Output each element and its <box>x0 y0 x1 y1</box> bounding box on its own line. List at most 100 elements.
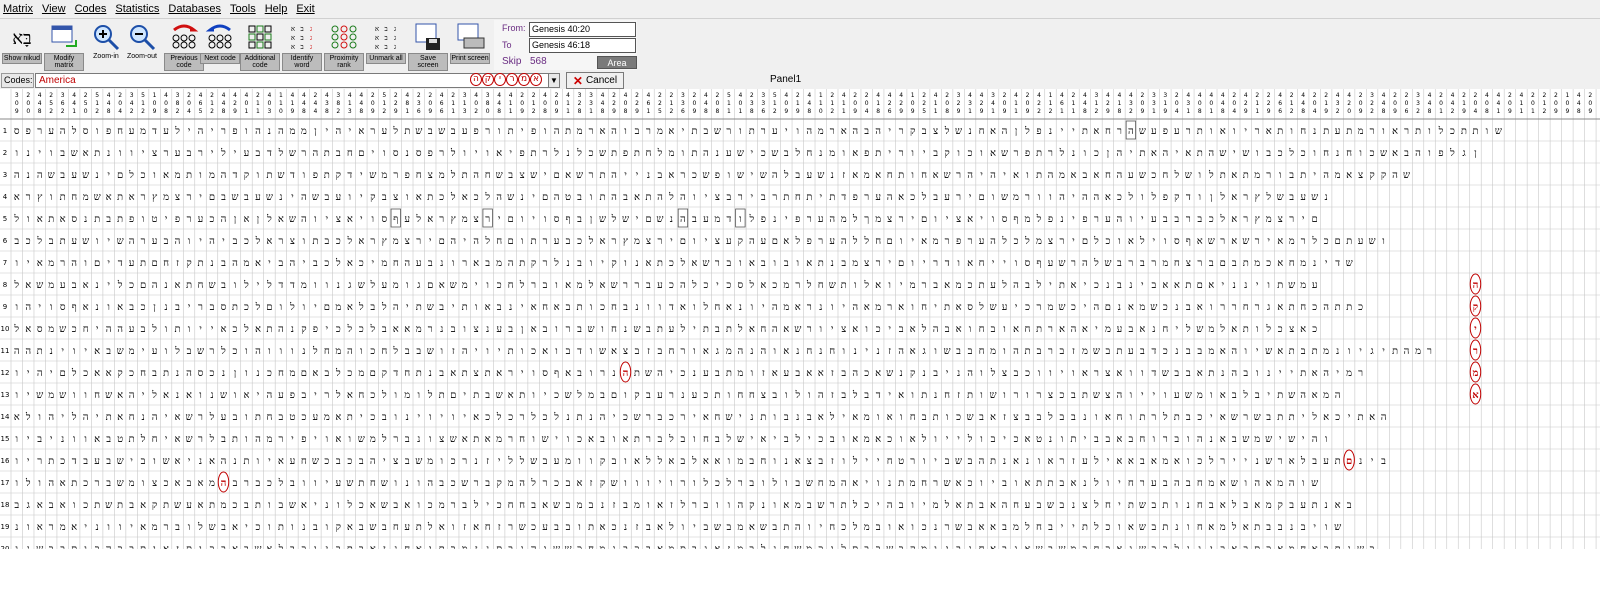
unmark-all-button[interactable]: א ב ג א ב ג א ב ג Unmark all <box>366 20 406 72</box>
menu-exit[interactable]: Exit <box>296 3 314 15</box>
matrix-grid[interactable]: 3092004482523624412505124482043425121094… <box>0 89 1600 549</box>
matrix-letter: נ <box>739 302 742 313</box>
show-nikud-button[interactable]: בָּא Show nikud <box>2 20 42 72</box>
matrix-letter: ל <box>266 279 272 291</box>
column-header-digit: 9 <box>1359 108 1363 115</box>
codes-dropdown-button[interactable]: ▼ <box>548 73 560 88</box>
from-field[interactable]: Genesis 40:20 <box>529 22 636 37</box>
matrix-letter: א <box>1300 324 1306 335</box>
modify-matrix-button[interactable]: Modify matrix <box>44 20 84 72</box>
matrix-letter: י <box>1348 412 1351 423</box>
matrix-letter: ר <box>738 192 743 203</box>
matrix-letter: א <box>1231 192 1237 203</box>
menu-matrix[interactable]: Matrix <box>3 3 33 15</box>
previous-code-button[interactable]: Previous code <box>164 20 204 72</box>
column-header-digit: 1 <box>290 100 294 107</box>
matrix-letter: ש <box>599 148 606 159</box>
matrix-letter: ש <box>1219 148 1226 159</box>
menu-statistics[interactable]: Statistics <box>115 3 159 15</box>
matrix-letter: מ <box>1208 346 1214 357</box>
matrix-letter: ר <box>680 346 685 357</box>
column-header-digit: 1 <box>348 100 352 107</box>
menu-view[interactable]: View <box>42 3 66 15</box>
matrix-letter: ל <box>346 323 352 335</box>
column-header-digit: 0 <box>1588 100 1592 107</box>
matrix-letter: ץ <box>451 214 457 225</box>
matrix-letter: ה <box>221 214 227 225</box>
matrix-letter: ו <box>590 258 593 269</box>
matrix-letter: א <box>875 434 881 445</box>
matrix-letter: א <box>772 368 778 379</box>
area-button[interactable]: Area <box>597 56 637 69</box>
matrix-letter: א <box>175 412 181 423</box>
matrix-letter: ב <box>600 434 605 445</box>
matrix-letter: י <box>957 434 960 445</box>
matrix-letter: כ <box>1163 302 1168 313</box>
matrix-letter: מ <box>1025 214 1031 225</box>
to-field[interactable]: Genesis 46:18 <box>529 38 636 53</box>
matrix-letter: ב <box>428 126 433 137</box>
next-code-button[interactable]: Next code <box>200 20 240 72</box>
matrix-letter: ש <box>1139 126 1146 137</box>
proximity-rank-button[interactable]: Proximity rank <box>324 20 364 72</box>
column-header-digit: 1 <box>796 100 800 107</box>
matrix-letter: ד <box>945 258 950 269</box>
additional-code-button[interactable]: Additional code <box>240 20 280 72</box>
matrix-letter: ת <box>508 346 514 357</box>
menu-tools[interactable]: Tools <box>230 3 256 15</box>
matrix-letter: א <box>462 434 468 445</box>
matrix-letter: מ <box>1300 258 1306 269</box>
zoom-out-button[interactable]: Zoom-out <box>124 20 160 72</box>
column-header-digit: 0 <box>268 100 272 107</box>
matrix-letter: ר <box>221 126 226 137</box>
cancel-button[interactable]: ✕ Cancel <box>566 72 624 89</box>
matrix-letter: ל <box>346 499 352 511</box>
matrix-letter: כ <box>531 522 536 533</box>
matrix-letter: פ <box>761 214 766 225</box>
matrix-letter: מ <box>1105 324 1111 335</box>
column-header-digit: 1 <box>1462 100 1466 107</box>
column-header-digit: 9 <box>980 108 984 115</box>
column-header-digit: 1 <box>279 92 283 99</box>
matrix-letter: ב <box>830 434 835 445</box>
matrix-letter: מ <box>370 434 376 445</box>
matrix-letter: י <box>429 544 432 549</box>
matrix-letter: י <box>1141 214 1144 225</box>
zoom-in-button[interactable]: Zoom-in <box>88 20 124 72</box>
matrix-letter: ב <box>876 544 881 549</box>
matrix-letter: י <box>521 368 524 379</box>
matrix-letter: ן <box>234 214 237 225</box>
matrix-letter: ל <box>1300 455 1306 467</box>
matrix-letter: י <box>1072 192 1075 203</box>
menu-codes[interactable]: Codes <box>75 3 107 15</box>
letter-matrix[interactable]: 3092004482523624412505124482043425121094… <box>0 89 1600 591</box>
matrix-letter: ר <box>956 192 961 203</box>
matrix-letter: ש <box>817 500 824 511</box>
print-screen-button[interactable]: Print screen <box>450 20 490 72</box>
matrix-letter: ל <box>450 169 456 181</box>
matrix-letter: ת <box>1415 126 1421 137</box>
matrix-letter: ר <box>1358 368 1363 379</box>
column-header-digit: 2 <box>1416 108 1420 115</box>
menu-help[interactable]: Help <box>265 3 288 15</box>
matrix-letter: י <box>693 324 696 335</box>
matrix-letter: א <box>657 544 663 549</box>
matrix-letter: ת <box>94 214 100 225</box>
matrix-letter: ל <box>1219 323 1225 335</box>
identify-word-button[interactable]: א ב ג א ב ג א ב ג Identify word <box>282 20 322 72</box>
menu-databases[interactable]: Databases <box>168 3 221 15</box>
save-screen-button[interactable]: Save screen <box>408 20 448 72</box>
matrix-letter: ש <box>1001 192 1008 203</box>
matrix-letter: ו <box>73 434 76 445</box>
matrix-letter: צ <box>1289 324 1294 335</box>
matrix-letter: נ <box>877 346 880 357</box>
matrix-letter: ת <box>783 522 789 533</box>
matrix-letter: ל <box>13 213 19 225</box>
matrix-letter: ב <box>1255 390 1260 401</box>
matrix-letter: א <box>1047 456 1053 467</box>
matrix-letter: כ <box>726 280 731 291</box>
matrix-letter: ב <box>1140 346 1145 357</box>
matrix-letter: ו <box>452 258 455 269</box>
matrix-letter: ש <box>117 456 124 467</box>
matrix-letter: ר <box>508 434 513 445</box>
